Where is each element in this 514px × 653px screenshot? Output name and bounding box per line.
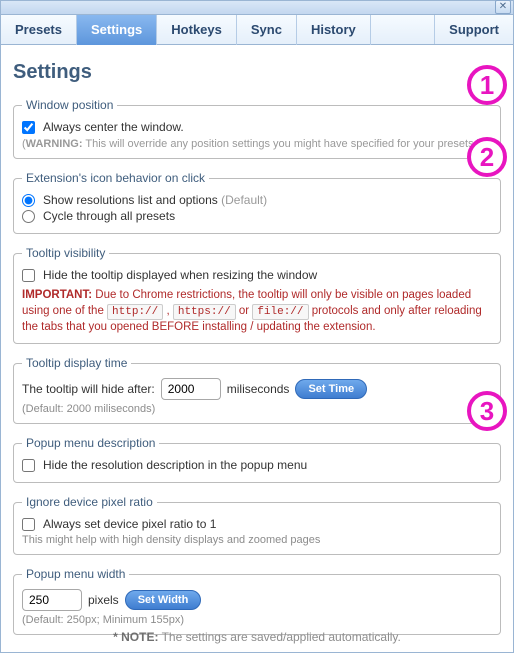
warning-label: WARNING: <box>26 138 83 150</box>
legend-tooltip-time: Tooltip display time <box>22 356 131 370</box>
fieldset-tooltip-visibility: Tooltip visibility Hide the tooltip disp… <box>13 246 501 344</box>
warning-window-position: (WARNING: This will override any positio… <box>22 138 492 150</box>
code-https: https:// <box>173 304 236 320</box>
label-center-window[interactable]: Always center the window. <box>43 120 184 134</box>
label-ms: miliseconds <box>227 382 290 396</box>
label-dpr[interactable]: Always set device pixel ratio to 1 <box>43 517 216 531</box>
legend-icon-behavior: Extension's icon behavior on click <box>22 171 209 185</box>
legend-dpr: Ignore device pixel ratio <box>22 495 157 509</box>
fieldset-dpr: Ignore device pixel ratio Always set dev… <box>13 495 501 555</box>
tab-hotkeys[interactable]: Hotkeys <box>157 15 237 45</box>
legend-popup-width: Popup menu width <box>22 567 129 581</box>
helper-dpr: This might help with high density displa… <box>22 534 492 546</box>
settings-window: ✕ Presets Settings Hotkeys Sync History … <box>0 0 514 653</box>
label-cycle-presets[interactable]: Cycle through all presets <box>43 209 175 223</box>
helper-popup-width: (Default: 250px; Minimum 155px) <box>22 614 492 626</box>
radio-show-resolutions[interactable] <box>22 194 35 207</box>
footer-note: * NOTE: The settings are saved/applied a… <box>1 630 513 644</box>
tab-settings[interactable]: Settings <box>77 15 157 45</box>
checkbox-dpr[interactable] <box>22 518 35 531</box>
fieldset-window-position: Window position Always center the window… <box>13 98 501 159</box>
tab-presets[interactable]: Presets <box>1 15 77 45</box>
important-note: IMPORTANT: Due to Chrome restrictions, t… <box>22 288 492 335</box>
tab-history[interactable]: History <box>297 15 371 45</box>
label-pixels: pixels <box>88 593 119 607</box>
legend-tooltip-visibility: Tooltip visibility <box>22 246 109 260</box>
input-tooltip-time[interactable] <box>161 378 221 400</box>
page-title: Settings <box>13 61 501 84</box>
tab-support[interactable]: Support <box>435 15 513 45</box>
fieldset-popup-width: Popup menu width pixels Set Width (Defau… <box>13 567 501 635</box>
checkbox-hide-tooltip[interactable] <box>22 269 35 282</box>
text-show-resolutions: Show resolutions list and options <box>43 193 218 207</box>
code-file: file:// <box>252 304 308 320</box>
close-icon[interactable]: ✕ <box>495 0 511 14</box>
titlebar: ✕ <box>1 1 513 15</box>
legend-window-position: Window position <box>22 98 117 112</box>
set-time-button[interactable]: Set Time <box>295 379 367 399</box>
input-popup-width[interactable] <box>22 589 82 611</box>
code-http: http:// <box>107 304 163 320</box>
warning-text: This will override any position settings… <box>83 138 477 150</box>
label-hide-description[interactable]: Hide the resolution description in the p… <box>43 458 307 472</box>
sep2: or <box>236 305 253 317</box>
footer-label: * NOTE: <box>113 630 158 644</box>
tab-sync[interactable]: Sync <box>237 15 297 45</box>
tab-spacer <box>371 15 435 44</box>
checkbox-center-window[interactable] <box>22 121 35 134</box>
fieldset-tooltip-time: Tooltip display time The tooltip will hi… <box>13 356 501 424</box>
legend-popup-description: Popup menu description <box>22 436 159 450</box>
sep1: , <box>163 305 173 317</box>
fieldset-popup-description: Popup menu description Hide the resoluti… <box>13 436 501 483</box>
tab-bar: Presets Settings Hotkeys Sync History Su… <box>1 15 513 45</box>
label-hide-after: The tooltip will hide after: <box>22 382 155 396</box>
checkbox-hide-description[interactable] <box>22 459 35 472</box>
radio-cycle-presets[interactable] <box>22 210 35 223</box>
important-label: IMPORTANT: <box>22 289 92 301</box>
helper-tooltip-time: (Default: 2000 miliseconds) <box>22 403 492 415</box>
fieldset-icon-behavior: Extension's icon behavior on click Show … <box>13 171 501 234</box>
label-hide-tooltip[interactable]: Hide the tooltip displayed when resizing… <box>43 268 317 282</box>
label-show-resolutions[interactable]: Show resolutions list and options (Defau… <box>43 193 267 207</box>
text-default-suffix: (Default) <box>218 193 267 207</box>
content-area: Settings Window position Always center t… <box>1 45 513 635</box>
footer-text: The settings are saved/applied automatic… <box>158 630 400 644</box>
set-width-button[interactable]: Set Width <box>125 590 202 610</box>
